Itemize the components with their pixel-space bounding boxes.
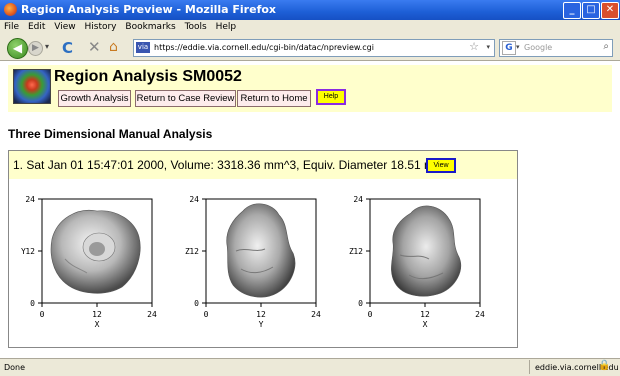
menu-view[interactable]: View [54,20,75,35]
navigation-toolbar: ◀ ▶ ▾ C ✕ ⌂ via https://eddie.via.cornel… [0,35,620,61]
x-axis-label: X [423,320,428,329]
y-tick-24: 24 [25,195,35,204]
x-tick-0: 0 [204,310,209,319]
google-engine-icon[interactable]: G [502,41,516,55]
stop-icon[interactable]: ✕ [88,38,101,56]
history-dropdown-icon[interactable]: ▾ [45,42,49,51]
x-axis-label: Y [259,320,264,329]
menu-edit[interactable]: Edit [28,20,45,35]
section-title: Three Dimensional Manual Analysis [8,127,213,141]
search-icon[interactable]: ⌕ [603,41,609,52]
x-tick-24: 24 [475,310,485,319]
y-axis-label: Y [21,247,26,256]
y-tick-12: 12 [25,247,35,256]
status-text: Done [4,363,26,372]
x-tick-24: 24 [311,310,321,319]
minimize-button[interactable]: _ [563,2,581,19]
page-header: Region Analysis SM0052 Growth Analysis R… [8,65,612,112]
site-identity-icon[interactable]: via [136,42,150,53]
menu-help[interactable]: Help [216,20,237,35]
reload-icon[interactable]: C [62,39,73,57]
window-titlebar: Region Analysis Preview - Mozilla Firefo… [0,0,620,20]
forward-arrow-icon[interactable]: ▶ [28,41,43,56]
lock-icon[interactable]: 🔒 [598,360,610,371]
y-tick-0: 0 [30,299,35,308]
engine-dropdown-icon[interactable]: ▾ [516,43,520,51]
analysis-panel: 1. Sat Jan 01 15:47:01 2000, Volume: 331… [8,150,518,348]
help-button[interactable]: Help [316,89,346,105]
firefox-icon [4,3,17,16]
y-tick-24: 24 [189,195,199,204]
y-tick-0: 0 [358,299,363,308]
x-tick-12: 12 [420,310,430,319]
menu-history[interactable]: History [84,20,116,35]
url-text[interactable]: https://eddie.via.cornell.edu/cgi-bin/da… [154,43,374,52]
growth-analysis-button[interactable]: Growth Analysis [58,90,131,107]
region-logo-image [13,69,51,104]
maximize-button[interactable]: □ [582,2,600,19]
home-icon[interactable]: ⌂ [109,39,118,55]
y-axis-label: Z [349,247,354,256]
status-separator [529,360,530,374]
back-arrow-icon[interactable]: ◀ [7,38,28,59]
x-tick-12: 12 [92,310,102,319]
menu-bar: File Edit View History Bookmarks Tools H… [0,20,620,35]
x-tick-12: 12 [256,310,266,319]
page-title: Region Analysis SM0052 [54,68,242,85]
projection-plot-xy: 24 12 0 Y 0 12 24 X [17,189,167,344]
page-content: Region Analysis SM0052 Growth Analysis R… [0,61,620,358]
search-box[interactable]: G ▾ Google ⌕ [499,39,613,57]
menu-file[interactable]: File [4,20,19,35]
x-tick-0: 0 [368,310,373,319]
y-axis-label: Z [185,247,190,256]
close-button[interactable]: ✕ [601,2,619,19]
x-axis-label: X [95,320,100,329]
window-title: Region Analysis Preview - Mozilla Firefo… [21,3,277,16]
status-bar: Done eddie.via.cornell.edu 🔒 [0,358,620,376]
return-to-case-review-button[interactable]: Return to Case Review [135,90,236,107]
search-input[interactable]: Google [524,43,552,52]
analysis-summary: 1. Sat Jan 01 15:47:01 2000, Volume: 331… [13,158,444,172]
y-tick-12: 12 [189,247,199,256]
x-tick-0: 0 [40,310,45,319]
projection-plot-yz: 24 12 0 Z 0 12 24 Y [181,189,331,344]
menu-tools[interactable]: Tools [185,20,207,35]
url-dropdown-icon[interactable]: ▾ [486,43,490,51]
y-tick-0: 0 [194,299,199,308]
x-tick-24: 24 [147,310,157,319]
y-tick-24: 24 [353,195,363,204]
y-tick-12: 12 [353,247,363,256]
url-bar[interactable]: via https://eddie.via.cornell.edu/cgi-bi… [133,39,495,57]
analysis-header: 1. Sat Jan 01 15:47:01 2000, Volume: 331… [9,151,517,179]
menu-bookmarks[interactable]: Bookmarks [125,20,175,35]
return-to-home-button[interactable]: Return to Home [237,90,311,107]
bookmark-star-icon[interactable]: ☆ [469,40,479,53]
view-button[interactable]: View [426,158,456,173]
projection-plot-xz: 24 12 0 Z 0 12 24 X [345,189,495,344]
